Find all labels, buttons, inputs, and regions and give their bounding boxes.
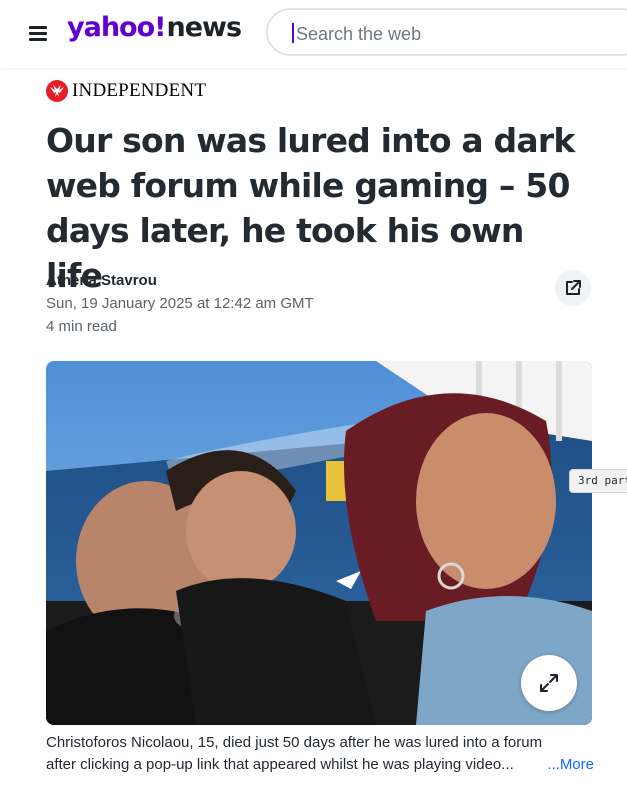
caption-line-1: Christoforos Nicolaou, 15, died just 50 … (46, 734, 543, 751)
family-selfie-image (46, 361, 592, 725)
expand-arrows-icon (540, 674, 558, 692)
read-time: 4 min read (46, 318, 117, 335)
publish-date: Sun, 19 January 2025 at 12:42 am GMT (46, 295, 314, 312)
article-headline: Our son was lured into a dark web forum … (46, 121, 575, 295)
independent-eagle-icon (46, 80, 68, 102)
search-box[interactable] (266, 8, 627, 56)
hamburger-menu-icon[interactable] (29, 25, 47, 41)
logo-section: news (166, 12, 242, 43)
author-name[interactable]: Athena Stavrou (46, 272, 157, 289)
caption-line-2: after clicking a pop-up link that appear… (46, 756, 514, 773)
search-input[interactable] (294, 19, 618, 49)
photo-caption: Christoforos Nicolaou, 15, died just 50 … (46, 732, 594, 776)
publisher-name: INDEPENDENT (72, 80, 207, 101)
yahoo-news-logo[interactable]: yahoo! news (67, 12, 242, 52)
article-photo[interactable] (46, 361, 592, 725)
top-header: yahoo! news (0, 0, 627, 68)
expand-image-button[interactable] (521, 655, 577, 711)
more-link[interactable]: ...More (547, 754, 594, 776)
third-party-label: 3rd party (569, 469, 627, 493)
share-button[interactable] (555, 270, 591, 306)
external-share-icon (566, 280, 581, 295)
publisher[interactable]: INDEPENDENT (46, 80, 206, 102)
logo-brand: yahoo! (67, 12, 166, 43)
